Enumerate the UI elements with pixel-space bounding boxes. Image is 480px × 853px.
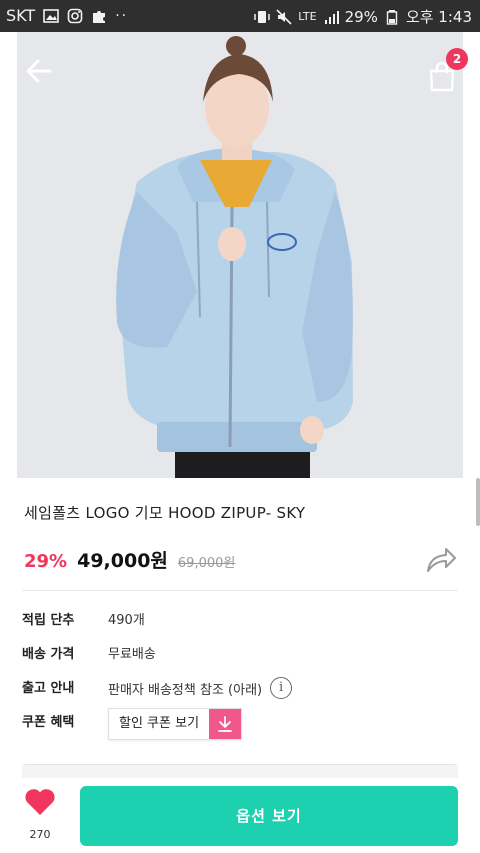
mute-icon	[276, 8, 292, 25]
image-icon	[43, 8, 59, 23]
product-hero: 2	[0, 32, 480, 478]
info-icon[interactable]: i	[270, 677, 293, 699]
coupon-button-label: 할인 쿠폰 보기	[119, 716, 200, 731]
puzzle-icon	[93, 10, 106, 23]
coupon-button[interactable]: 할인 쿠폰 보기	[108, 708, 243, 740]
download-icon[interactable]	[209, 709, 242, 739]
points-label: 적립 단추	[22, 613, 75, 628]
divider	[22, 590, 458, 591]
scrollbar-thumb[interactable]	[476, 478, 480, 526]
view-options-button[interactable]: 옵션 보기	[80, 786, 458, 846]
release-value: 판매자 배송정책 참조 (아래)	[108, 682, 263, 698]
coupon-label: 쿠폰 혜택	[22, 715, 75, 730]
release-label: 출고 안내	[22, 681, 75, 696]
original-price: 69,000원	[177, 556, 236, 571]
discount-rate: 29%	[24, 551, 68, 572]
status-bar: SKT ·· LTE 29% 오후 1:43	[0, 0, 480, 32]
points-value: 490개	[108, 613, 145, 628]
info-row-shipping: 배송 가격 무료배송	[22, 640, 458, 674]
sale-price: 49,000원	[77, 550, 168, 572]
model-hoodie-illustration	[17, 32, 463, 478]
more-dots-icon: ··	[115, 7, 129, 24]
info-row-points: 적립 단추 490개	[22, 606, 458, 640]
vibrate-icon	[254, 10, 271, 23]
battery-percent: 29%	[344, 7, 378, 26]
shipping-label: 배송 가격	[22, 647, 75, 662]
product-title: 세임폴츠 LOGO 기모 HOOD ZIPUP- SKY	[24, 504, 306, 522]
info-row-release: 출고 안내 판매자 배송정책 참조 (아래) i	[22, 674, 458, 708]
heart-icon	[25, 789, 55, 815]
bottom-action-bar: 270 옵션 보기	[0, 778, 480, 853]
cart-count-badge: 2	[446, 48, 468, 70]
info-row-coupon: 쿠폰 혜택 할인 쿠폰 보기	[22, 708, 458, 748]
back-arrow-icon[interactable]	[22, 54, 56, 88]
shipping-value: 무료배송	[108, 647, 156, 662]
product-info: 적립 단추 490개 배송 가격 무료배송 출고 안내 판매자 배송정책 참조 …	[22, 606, 458, 748]
battery-icon	[386, 9, 398, 25]
like-count: 270	[29, 828, 51, 841]
signal-icon	[324, 10, 339, 24]
share-icon[interactable]	[424, 544, 458, 574]
carrier-label: SKT	[6, 6, 36, 25]
network-label: LTE	[298, 10, 317, 23]
like-button[interactable]: 270	[22, 788, 58, 841]
cart-button[interactable]: 2	[420, 48, 468, 96]
price-row: 29% 49,000원 69,000원	[24, 546, 235, 573]
clock: 오후 1:43	[405, 8, 472, 26]
instagram-icon	[67, 8, 83, 23]
product-image[interactable]	[17, 32, 463, 478]
